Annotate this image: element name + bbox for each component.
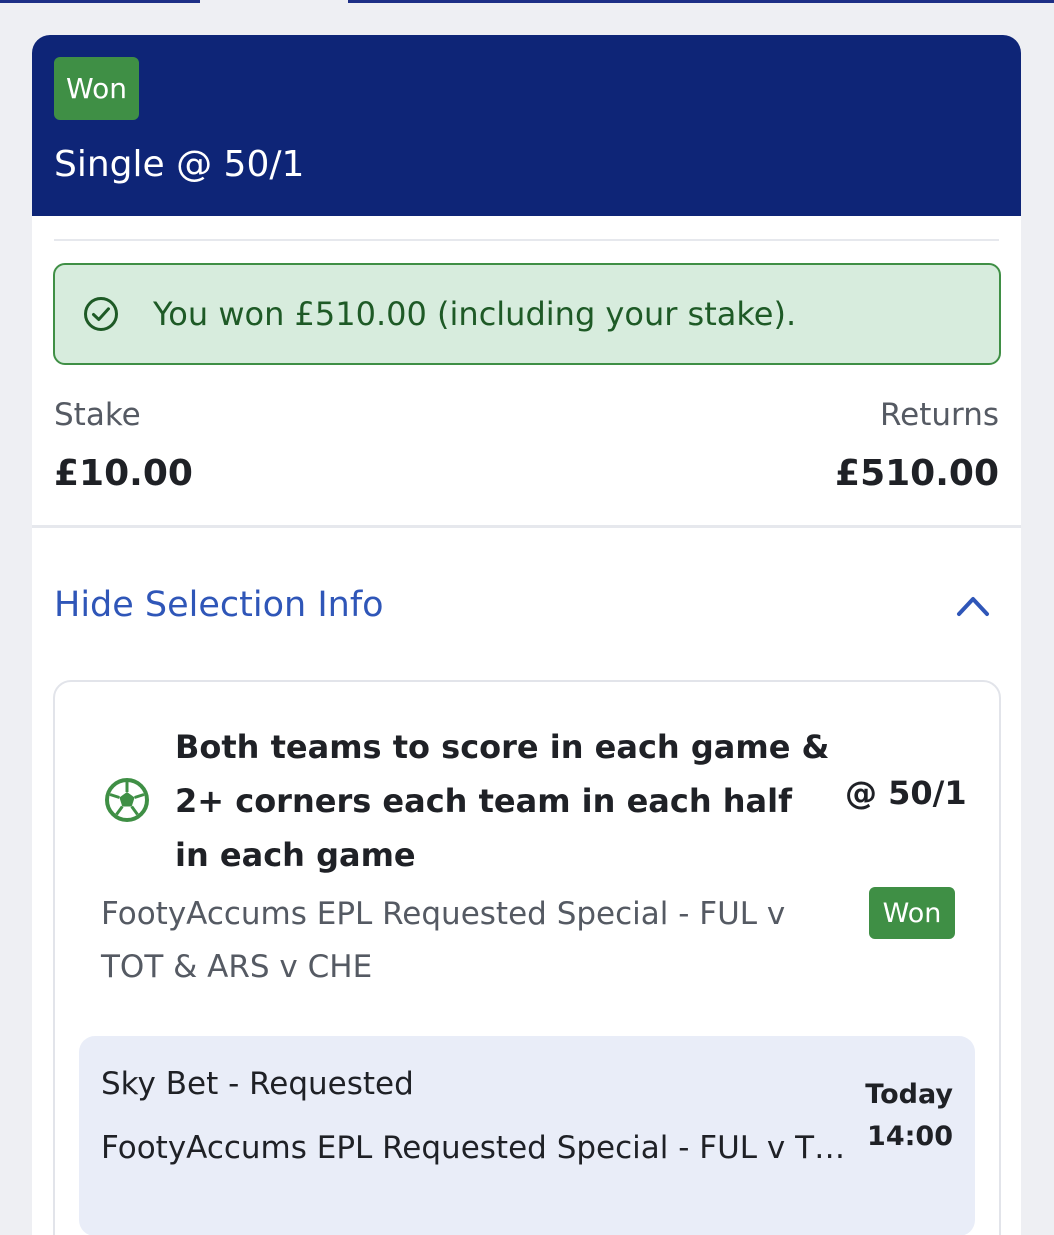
stake-value: £10.00 <box>54 453 193 494</box>
win-message: You won £510.00 (including your stake). <box>153 295 797 333</box>
check-circle-icon <box>84 297 118 331</box>
selection-status-badge: Won <box>869 887 955 939</box>
selection-card: Both teams to score in each game & 2+ co… <box>53 680 1001 1235</box>
selection-market: Both teams to score in each game & 2+ co… <box>175 728 830 874</box>
returns-value: £510.00 <box>835 453 999 494</box>
selection-odds: @ 50/1 <box>845 774 967 812</box>
section-divider <box>32 525 1021 528</box>
bet-header: Won Single @ 50/1 <box>32 35 1021 216</box>
stake-label: Stake <box>54 397 141 433</box>
top-tab-indicator <box>0 0 1054 4</box>
divider <box>54 239 999 241</box>
returns-label: Returns <box>879 397 999 433</box>
tab-underline-left <box>0 0 200 3</box>
event-name: FootyAccums EPL Requested Special - FUL … <box>101 1130 851 1166</box>
event-day: Today <box>865 1079 953 1110</box>
status-badge: Won <box>54 57 139 120</box>
win-banner: You won £510.00 (including your stake). <box>53 263 1001 365</box>
event-details-box: Sky Bet - Requested FootyAccums EPL Requ… <box>79 1036 975 1235</box>
event-provider: Sky Bet - Requested <box>101 1066 414 1102</box>
bet-title: Single @ 50/1 <box>54 144 305 185</box>
hide-selection-info-toggle[interactable]: Hide Selection Info <box>54 583 384 627</box>
selection-event: FootyAccums EPL Requested Special - FUL … <box>101 896 786 985</box>
football-icon <box>105 778 149 822</box>
bet-card: Won Single @ 50/1 You won £510.00 (inclu… <box>32 35 1021 1235</box>
tab-underline-right <box>348 0 1054 3</box>
event-time: 14:00 <box>867 1121 953 1152</box>
chevron-up-icon[interactable] <box>955 590 991 620</box>
